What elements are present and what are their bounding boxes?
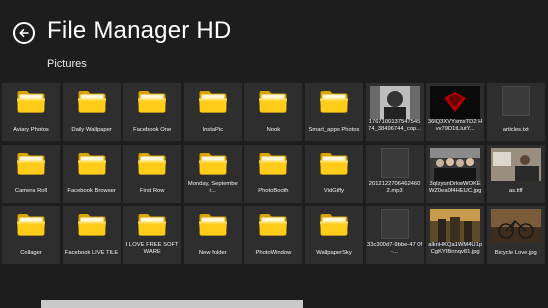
tile-label: Aviary Photos bbox=[13, 126, 49, 133]
folder-tile[interactable]: Nook bbox=[244, 83, 303, 141]
folder-icon bbox=[259, 214, 288, 236]
tile-label: articles.txt bbox=[502, 126, 529, 133]
tile-label: Daily Wallpaper bbox=[71, 126, 112, 133]
section-title: Pictures bbox=[47, 58, 87, 70]
photo-tile[interactable]: Bicycle Love.jpg bbox=[486, 206, 545, 264]
tile-label: 3qIzyunDrkwWOKE WZ0ea0f4HEUC.jpg bbox=[428, 180, 482, 194]
photo-tile[interactable]: 3qIzyunDrkwWOKE WZ0ea0f4HEUC.jpg bbox=[426, 144, 485, 203]
office-photo-thumbnail bbox=[490, 147, 541, 181]
tile-label: First Row bbox=[139, 188, 165, 194]
folder-tile[interactable]: Facebook Browser bbox=[62, 144, 121, 203]
photo-tile[interactable]: 36lQ3XVYsmsTD2 Hvv79D1tLIutY... bbox=[426, 83, 485, 141]
poster-photo-thumbnail bbox=[430, 209, 481, 242]
tile-label: as.tiff bbox=[508, 188, 523, 194]
folder-tile[interactable]: Aviary Photos bbox=[2, 83, 60, 141]
tile-label: Monday, September... bbox=[187, 180, 238, 194]
portrait-photo-thumbnail bbox=[369, 86, 420, 119]
text-file-icon bbox=[501, 86, 530, 116]
tile-label: Nook bbox=[266, 126, 281, 133]
bicycle-photo-thumbnail bbox=[490, 209, 541, 242]
back-button[interactable] bbox=[13, 22, 35, 44]
file-tile[interactable]: articles.txt bbox=[486, 83, 545, 141]
folder-tile[interactable]: Collager bbox=[2, 206, 60, 264]
folder-icon bbox=[198, 214, 227, 236]
back-arrow-icon bbox=[19, 29, 29, 37]
tile-label: Smart_apps Photos bbox=[308, 126, 360, 133]
file-grid: Aviary Photos Daily Wallpaper Facebook O… bbox=[2, 83, 545, 264]
folder-icon bbox=[198, 91, 227, 113]
file-tile[interactable]: 33c300d7-9bbe-47 0f-... bbox=[365, 206, 424, 264]
tile-label: alknHKQa1WM4U1p CgKYIBnnqv81.jpg bbox=[428, 242, 483, 255]
folder-tile[interactable]: Facebook One bbox=[123, 83, 182, 141]
folder-tile[interactable]: Camera Roll bbox=[2, 144, 60, 203]
folder-icon bbox=[138, 91, 167, 113]
folder-tile[interactable]: VidGiffy bbox=[304, 144, 363, 203]
file-tile[interactable]: 2012122706462460 2.mp3 bbox=[365, 144, 424, 203]
tile-label: 1767100137547545 74_38496744_cop... bbox=[368, 119, 421, 132]
folder-icon bbox=[17, 91, 45, 113]
group-photo-thumbnail bbox=[430, 147, 481, 181]
folder-icon bbox=[138, 152, 167, 175]
tile-label: PhotoWindow bbox=[255, 249, 292, 256]
horizontal-scrollbar-thumb[interactable] bbox=[41, 300, 303, 308]
folder-tile[interactable]: Monday, September... bbox=[183, 144, 242, 203]
tile-label: 33c300d7-9bbe-47 0f-... bbox=[367, 242, 423, 255]
folder-icon bbox=[319, 214, 348, 236]
tile-label: Bicycle Love.jpg bbox=[494, 249, 537, 256]
tile-label: Facebook LIVE TILE bbox=[64, 249, 119, 256]
folder-icon bbox=[77, 152, 106, 175]
folder-tile[interactable]: Smart_apps Photos bbox=[304, 83, 363, 141]
tile-label: PhotoBooth bbox=[258, 188, 289, 194]
folder-tile[interactable]: PhotoWindow bbox=[244, 206, 303, 264]
folder-icon bbox=[319, 91, 348, 113]
photo-tile[interactable]: alknHKQa1WM4U1p CgKYIBnnqv81.jpg bbox=[426, 206, 485, 264]
tile-label: InstaPic bbox=[202, 126, 224, 133]
image-file-icon bbox=[380, 209, 409, 239]
photo-tile[interactable]: 1767100137547545 74_38496744_cop... bbox=[365, 83, 424, 141]
folder-icon bbox=[138, 214, 167, 236]
folder-icon bbox=[259, 152, 288, 175]
folder-tile[interactable]: Daily Wallpaper bbox=[62, 83, 121, 141]
tile-label: WallpaperSky bbox=[316, 249, 352, 256]
folder-tile[interactable]: PhotoBooth bbox=[244, 144, 303, 203]
folder-icon bbox=[319, 152, 348, 175]
app-title: File Manager HD bbox=[47, 17, 232, 44]
folder-tile[interactable]: New folder bbox=[183, 206, 242, 264]
tile-label: I LOVE FREE SOFTWARE bbox=[125, 242, 179, 255]
folder-icon bbox=[259, 91, 288, 113]
folder-tile[interactable]: Facebook LIVE TILE bbox=[62, 206, 121, 264]
tile-label: New folder bbox=[198, 249, 227, 256]
folder-icon bbox=[198, 152, 227, 175]
folder-icon bbox=[17, 214, 45, 236]
folder-tile[interactable]: I LOVE FREE SOFTWARE bbox=[123, 206, 182, 264]
logo-photo-thumbnail bbox=[430, 86, 481, 119]
folder-tile[interactable]: WallpaperSky bbox=[304, 206, 363, 264]
tile-label: VidGiffy bbox=[323, 188, 345, 194]
tile-label: 2012122706462460 2.mp3 bbox=[368, 180, 421, 194]
folder-tile[interactable]: First Row bbox=[123, 144, 182, 203]
tile-label: Facebook Browser bbox=[67, 188, 116, 194]
audio-file-icon bbox=[380, 147, 409, 178]
tile-label: Collager bbox=[20, 249, 42, 256]
folder-icon bbox=[17, 152, 45, 175]
photo-tile[interactable]: as.tiff bbox=[486, 144, 545, 203]
folder-tile[interactable]: InstaPic bbox=[183, 83, 242, 141]
folder-icon bbox=[77, 91, 106, 113]
folder-icon bbox=[77, 214, 106, 236]
tile-label: Facebook One bbox=[133, 126, 172, 133]
tile-label: Camera Roll bbox=[14, 188, 48, 194]
tile-label: 36lQ3XVYsmsTD2 Hvv79D1tLIutY... bbox=[427, 119, 483, 132]
